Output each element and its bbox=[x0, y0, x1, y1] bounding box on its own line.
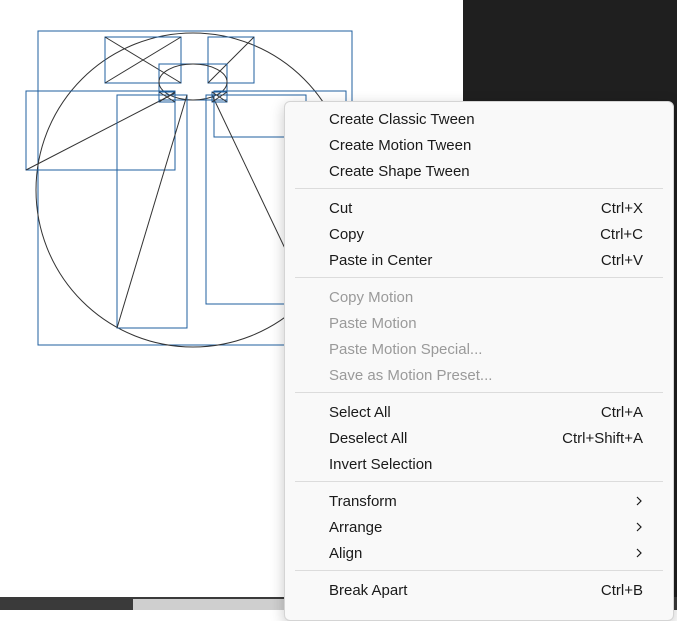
menu-item-transform[interactable]: Transform bbox=[293, 488, 665, 514]
menu-separator bbox=[295, 570, 663, 571]
menu-item-select-all[interactable]: Select All Ctrl+A bbox=[293, 399, 665, 425]
menu-item-align[interactable]: Align bbox=[293, 540, 665, 566]
menu-item-invert-selection[interactable]: Invert Selection bbox=[293, 451, 665, 477]
menu-separator bbox=[295, 277, 663, 278]
menu-item-shortcut: Ctrl+Shift+A bbox=[562, 429, 643, 447]
menu-item-cut[interactable]: Cut Ctrl+X bbox=[293, 195, 665, 221]
menu-item-label: Create Classic Tween bbox=[329, 110, 475, 128]
context-menu: Create Classic Tween Create Motion Tween… bbox=[284, 101, 674, 621]
menu-item-label: Cut bbox=[329, 199, 353, 217]
menu-item-paste-in-center[interactable]: Paste in Center Ctrl+V bbox=[293, 247, 665, 273]
menu-item-create-shape-tween[interactable]: Create Shape Tween bbox=[293, 158, 665, 184]
left-leg-line bbox=[116, 94, 188, 329]
menu-separator bbox=[295, 188, 663, 189]
menu-item-label: Paste Motion bbox=[329, 314, 417, 332]
menu-item-shortcut: Ctrl+C bbox=[600, 225, 643, 243]
menu-item-create-motion-tween[interactable]: Create Motion Tween bbox=[293, 132, 665, 158]
menu-item-arrange[interactable]: Arrange bbox=[293, 514, 665, 540]
menu-item-label: Break Apart bbox=[329, 581, 408, 599]
menu-item-create-classic-tween[interactable]: Create Classic Tween bbox=[293, 106, 665, 132]
menu-item-label: Paste Motion Special... bbox=[329, 340, 483, 358]
menu-item-shortcut: Ctrl+X bbox=[600, 199, 643, 217]
cross-right-1 bbox=[207, 36, 255, 84]
menu-item-label: Create Motion Tween bbox=[329, 136, 472, 154]
menu-item-label: Copy Motion bbox=[329, 288, 414, 306]
menu-separator bbox=[295, 481, 663, 482]
menu-item-save-as-motion-preset: Save as Motion Preset... bbox=[293, 362, 665, 388]
left-arm-line bbox=[25, 92, 176, 171]
chevron-right-icon bbox=[636, 522, 642, 532]
menu-item-label: Transform bbox=[329, 492, 397, 510]
menu-item-shortcut: Ctrl+B bbox=[600, 581, 643, 599]
menu-item-label: Paste in Center bbox=[329, 251, 433, 269]
menu-item-label: Invert Selection bbox=[329, 455, 433, 473]
menu-item-label: Arrange bbox=[329, 518, 383, 536]
menu-item-shortcut: Ctrl+A bbox=[600, 403, 643, 421]
chevron-right-icon bbox=[636, 548, 642, 558]
menu-item-label: Align bbox=[329, 544, 363, 562]
menu-item-label: Create Shape Tween bbox=[329, 162, 470, 180]
chevron-right-icon bbox=[636, 496, 642, 506]
menu-item-deselect-all[interactable]: Deselect All Ctrl+Shift+A bbox=[293, 425, 665, 451]
menu-item-break-apart[interactable]: Break Apart Ctrl+B bbox=[293, 577, 665, 603]
menu-separator bbox=[295, 392, 663, 393]
menu-item-copy-motion: Copy Motion bbox=[293, 284, 665, 310]
menu-item-label: Copy bbox=[329, 225, 365, 243]
menu-item-label: Select All bbox=[329, 403, 391, 421]
menu-item-shortcut: Ctrl+V bbox=[600, 251, 643, 269]
menu-item-paste-motion: Paste Motion bbox=[293, 310, 665, 336]
menu-item-paste-motion-special: Paste Motion Special... bbox=[293, 336, 665, 362]
menu-item-label: Save as Motion Preset... bbox=[329, 366, 493, 384]
menu-item-copy[interactable]: Copy Ctrl+C bbox=[293, 221, 665, 247]
scrollbar-thumb[interactable] bbox=[133, 599, 285, 610]
menu-item-label: Deselect All bbox=[329, 429, 408, 447]
